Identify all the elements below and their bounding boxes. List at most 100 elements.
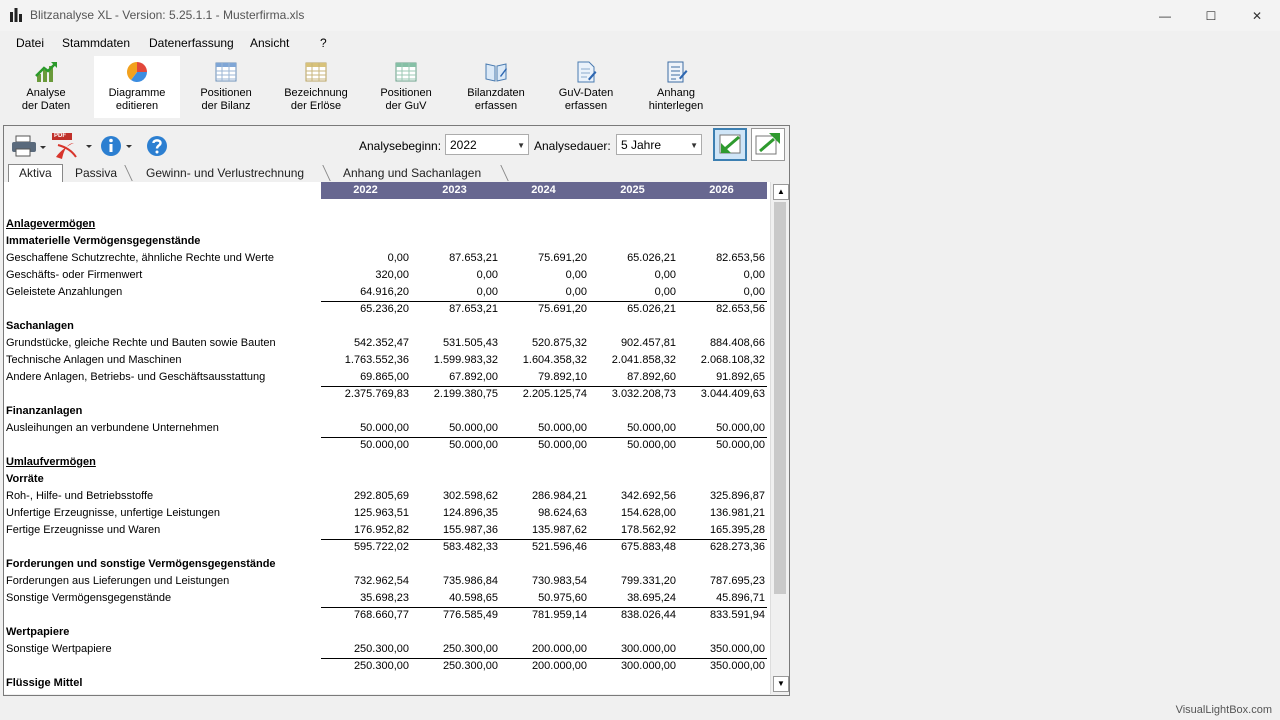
value-cell[interactable]: 50.000,00	[413, 422, 498, 434]
tab-aktiva[interactable]: Aktiva	[8, 164, 63, 183]
value-cell[interactable]: 124.896,35	[413, 507, 498, 519]
menu-ansicht[interactable]: Ansicht	[250, 36, 289, 50]
bilanzdaten-erfassen-button[interactable]: Bilanzdaten erfassen	[460, 56, 532, 118]
value-cell[interactable]: 520.875,32	[502, 337, 587, 349]
analysedauer-select[interactable]: 5 Jahre ▼	[616, 134, 702, 155]
value-cell[interactable]: 250.300,00	[324, 660, 409, 672]
tab-gewinn-und-verlustrechnung[interactable]: Gewinn- und Verlustrechnung	[136, 165, 314, 182]
value-cell[interactable]: 833.591,94	[680, 609, 765, 621]
value-cell[interactable]: 75.691,20	[502, 252, 587, 264]
value-cell[interactable]: 82.653,56	[680, 303, 765, 315]
table-row[interactable]: Technische Anlagen und Maschinen 1.763.55…	[4, 352, 770, 369]
value-cell[interactable]: 2.068.108,32	[680, 354, 765, 366]
value-cell[interactable]: 0,00	[680, 269, 765, 281]
value-cell[interactable]: 65.236,20	[324, 303, 409, 315]
value-cell[interactable]: 91.892,65	[680, 371, 765, 383]
value-cell[interactable]: 787.695,23	[680, 575, 765, 587]
value-cell[interactable]: 50.000,00	[502, 439, 587, 451]
value-cell[interactable]: 0,00	[502, 269, 587, 281]
value-cell[interactable]: 781.959,14	[502, 609, 587, 621]
value-cell[interactable]: 521.596,46	[502, 541, 587, 553]
help-button[interactable]	[145, 134, 169, 158]
value-cell[interactable]: 45.896,71	[680, 592, 765, 604]
table-row[interactable]: Forderungen aus Lieferungen und Leistung…	[4, 573, 770, 590]
value-cell[interactable]: 176.952,82	[324, 524, 409, 536]
menu-stammdaten[interactable]: Stammdaten	[62, 36, 130, 50]
table-row[interactable]: Sonstige Vermögensgegenstände 35.698,23 40…	[4, 590, 770, 607]
value-cell[interactable]: 3.032.208,73	[591, 388, 676, 400]
value-cell[interactable]: 776.585,49	[413, 609, 498, 621]
value-cell[interactable]: 1.604.358,32	[502, 354, 587, 366]
value-cell[interactable]: 320,00	[324, 269, 409, 281]
value-cell[interactable]: 67.892,00	[413, 371, 498, 383]
value-cell[interactable]: 531.505,43	[413, 337, 498, 349]
print-button[interactable]	[10, 134, 50, 158]
value-cell[interactable]: 350.000,00	[680, 660, 765, 672]
value-cell[interactable]: 50.000,00	[502, 422, 587, 434]
menu-help[interactable]: ?	[320, 36, 327, 50]
value-cell[interactable]: 2.041.858,32	[591, 354, 676, 366]
guv-daten-erfassen-button[interactable]: GuV-Daten erfassen	[550, 56, 622, 118]
value-cell[interactable]: 50.000,00	[680, 422, 765, 434]
value-cell[interactable]: 768.660,77	[324, 609, 409, 621]
table-row[interactable]: Unfertige Erzeugnisse, unfertige Leistun…	[4, 505, 770, 522]
value-cell[interactable]: 0,00	[502, 286, 587, 298]
value-cell[interactable]: 87.653,21	[413, 303, 498, 315]
info-button[interactable]	[100, 134, 136, 158]
value-cell[interactable]: 735.986,84	[413, 575, 498, 587]
value-cell[interactable]: 730.983,54	[502, 575, 587, 587]
value-cell[interactable]: 154.628,00	[591, 507, 676, 519]
value-cell[interactable]: 75.691,20	[502, 303, 587, 315]
analysebeginn-select[interactable]: 2022 ▼	[445, 134, 529, 155]
value-cell[interactable]: 64.916,20	[324, 286, 409, 298]
value-cell[interactable]: 300.000,00	[591, 660, 676, 672]
value-cell[interactable]: 595.722,02	[324, 541, 409, 553]
value-cell[interactable]: 69.865,00	[324, 371, 409, 383]
export-button[interactable]	[751, 128, 785, 161]
table-row[interactable]: Geschäfts- oder Firmenwert 320,00 0,00 0,00…	[4, 267, 770, 284]
close-button[interactable]: ✕	[1234, 0, 1280, 31]
anhang-hinterlegen-button[interactable]: Anhang hinterlegen	[640, 56, 712, 118]
scroll-up-button[interactable]: ▲	[773, 184, 789, 200]
value-cell[interactable]: 583.482,33	[413, 541, 498, 553]
value-cell[interactable]: 38.695,24	[591, 592, 676, 604]
value-cell[interactable]: 542.352,47	[324, 337, 409, 349]
value-cell[interactable]: 0,00	[413, 286, 498, 298]
table-row[interactable]: Andere Anlagen, Betriebs- und Geschäftsa…	[4, 369, 770, 386]
value-cell[interactable]: 200.000,00	[502, 643, 587, 655]
value-cell[interactable]: 87.892,60	[591, 371, 676, 383]
value-cell[interactable]: 628.273,36	[680, 541, 765, 553]
value-cell[interactable]: 732.962,54	[324, 575, 409, 587]
scroll-down-button[interactable]: ▼	[773, 676, 789, 692]
value-cell[interactable]: 675.883,48	[591, 541, 676, 553]
diagramme-button[interactable]: Diagramme editieren	[94, 56, 180, 118]
positionen-bilanz-button[interactable]: Positionen der Bilanz	[188, 56, 264, 118]
value-cell[interactable]: 2.199.380,75	[413, 388, 498, 400]
value-cell[interactable]: 1.763.552,36	[324, 354, 409, 366]
value-cell[interactable]: 3.044.409,63	[680, 388, 765, 400]
value-cell[interactable]: 50.000,00	[324, 439, 409, 451]
value-cell[interactable]: 50.000,00	[591, 422, 676, 434]
aktiva-table[interactable]: 2022 2023 2024 2025 2026 Anlagevermögen Immat…	[4, 182, 770, 694]
minimize-button[interactable]: —	[1142, 0, 1188, 31]
value-cell[interactable]: 342.692,56	[591, 490, 676, 502]
value-cell[interactable]: 50.000,00	[324, 422, 409, 434]
value-cell[interactable]: 286.984,21	[502, 490, 587, 502]
import-button[interactable]	[713, 128, 747, 161]
table-row[interactable]: Geleistete Anzahlungen 64.916,20 0,00 0,00 0…	[4, 284, 770, 301]
value-cell[interactable]: 0,00	[413, 269, 498, 281]
tab-passiva[interactable]: Passiva	[65, 165, 127, 182]
value-cell[interactable]: 87.653,21	[413, 252, 498, 264]
value-cell[interactable]: 178.562,92	[591, 524, 676, 536]
value-cell[interactable]: 300.000,00	[591, 643, 676, 655]
tab-anhang-und-sachanlagen[interactable]: Anhang und Sachanlagen	[333, 165, 491, 182]
table-row[interactable]: Ausleihungen an verbundene Unternehmen 50…	[4, 420, 770, 437]
value-cell[interactable]: 65.026,21	[591, 252, 676, 264]
value-cell[interactable]: 125.963,51	[324, 507, 409, 519]
value-cell[interactable]: 902.457,81	[591, 337, 676, 349]
value-cell[interactable]: 82.653,56	[680, 252, 765, 264]
table-row[interactable]: Sonstige Wertpapiere 250.300,00 250.300,00…	[4, 641, 770, 658]
positionen-guv-button[interactable]: Positionen der GuV	[370, 56, 442, 118]
value-cell[interactable]: 838.026,44	[591, 609, 676, 621]
value-cell[interactable]: 0,00	[591, 269, 676, 281]
